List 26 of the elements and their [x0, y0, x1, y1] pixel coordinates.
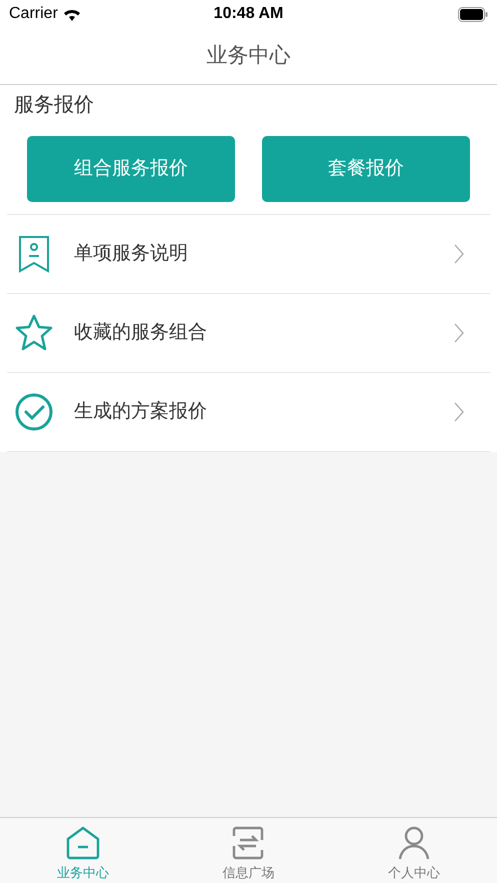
wifi-icon [62, 7, 82, 21]
chevron-right-icon [454, 244, 464, 264]
nav-title: 业务中心 [206, 43, 290, 70]
battery-icon [458, 6, 488, 22]
chevron-right-icon [454, 323, 464, 343]
chevron-right-icon [454, 402, 464, 422]
status-time: 10:48 AM [214, 4, 284, 24]
menu-label: 生成的方案报价 [74, 400, 208, 424]
check-circle-icon [15, 393, 53, 431]
bookmark-icon [18, 235, 50, 273]
menu-row[interactable]: 单项服务说明 [7, 214, 490, 293]
menu-label: 单项服务说明 [74, 242, 189, 266]
home-icon [66, 826, 100, 860]
person-icon [398, 826, 430, 860]
quote-button[interactable]: 套餐报价 [262, 136, 470, 202]
quote-button[interactable]: 组合服务报价 [27, 136, 235, 202]
carrier-label: Carrier [9, 4, 58, 24]
tab-item[interactable]: 信息广场 [166, 818, 332, 883]
menu-row[interactable]: 生成的方案报价 [7, 372, 490, 451]
menu-row[interactable]: 收藏的服务组合 [7, 293, 490, 372]
star-icon [14, 314, 54, 352]
tab-item[interactable]: 业务中心 [0, 818, 166, 883]
section-title: 服务报价 [13, 93, 95, 118]
exchange-icon [232, 826, 264, 860]
menu-label: 收藏的服务组合 [74, 320, 208, 345]
tab-item[interactable]: 个人中心 [331, 818, 497, 883]
